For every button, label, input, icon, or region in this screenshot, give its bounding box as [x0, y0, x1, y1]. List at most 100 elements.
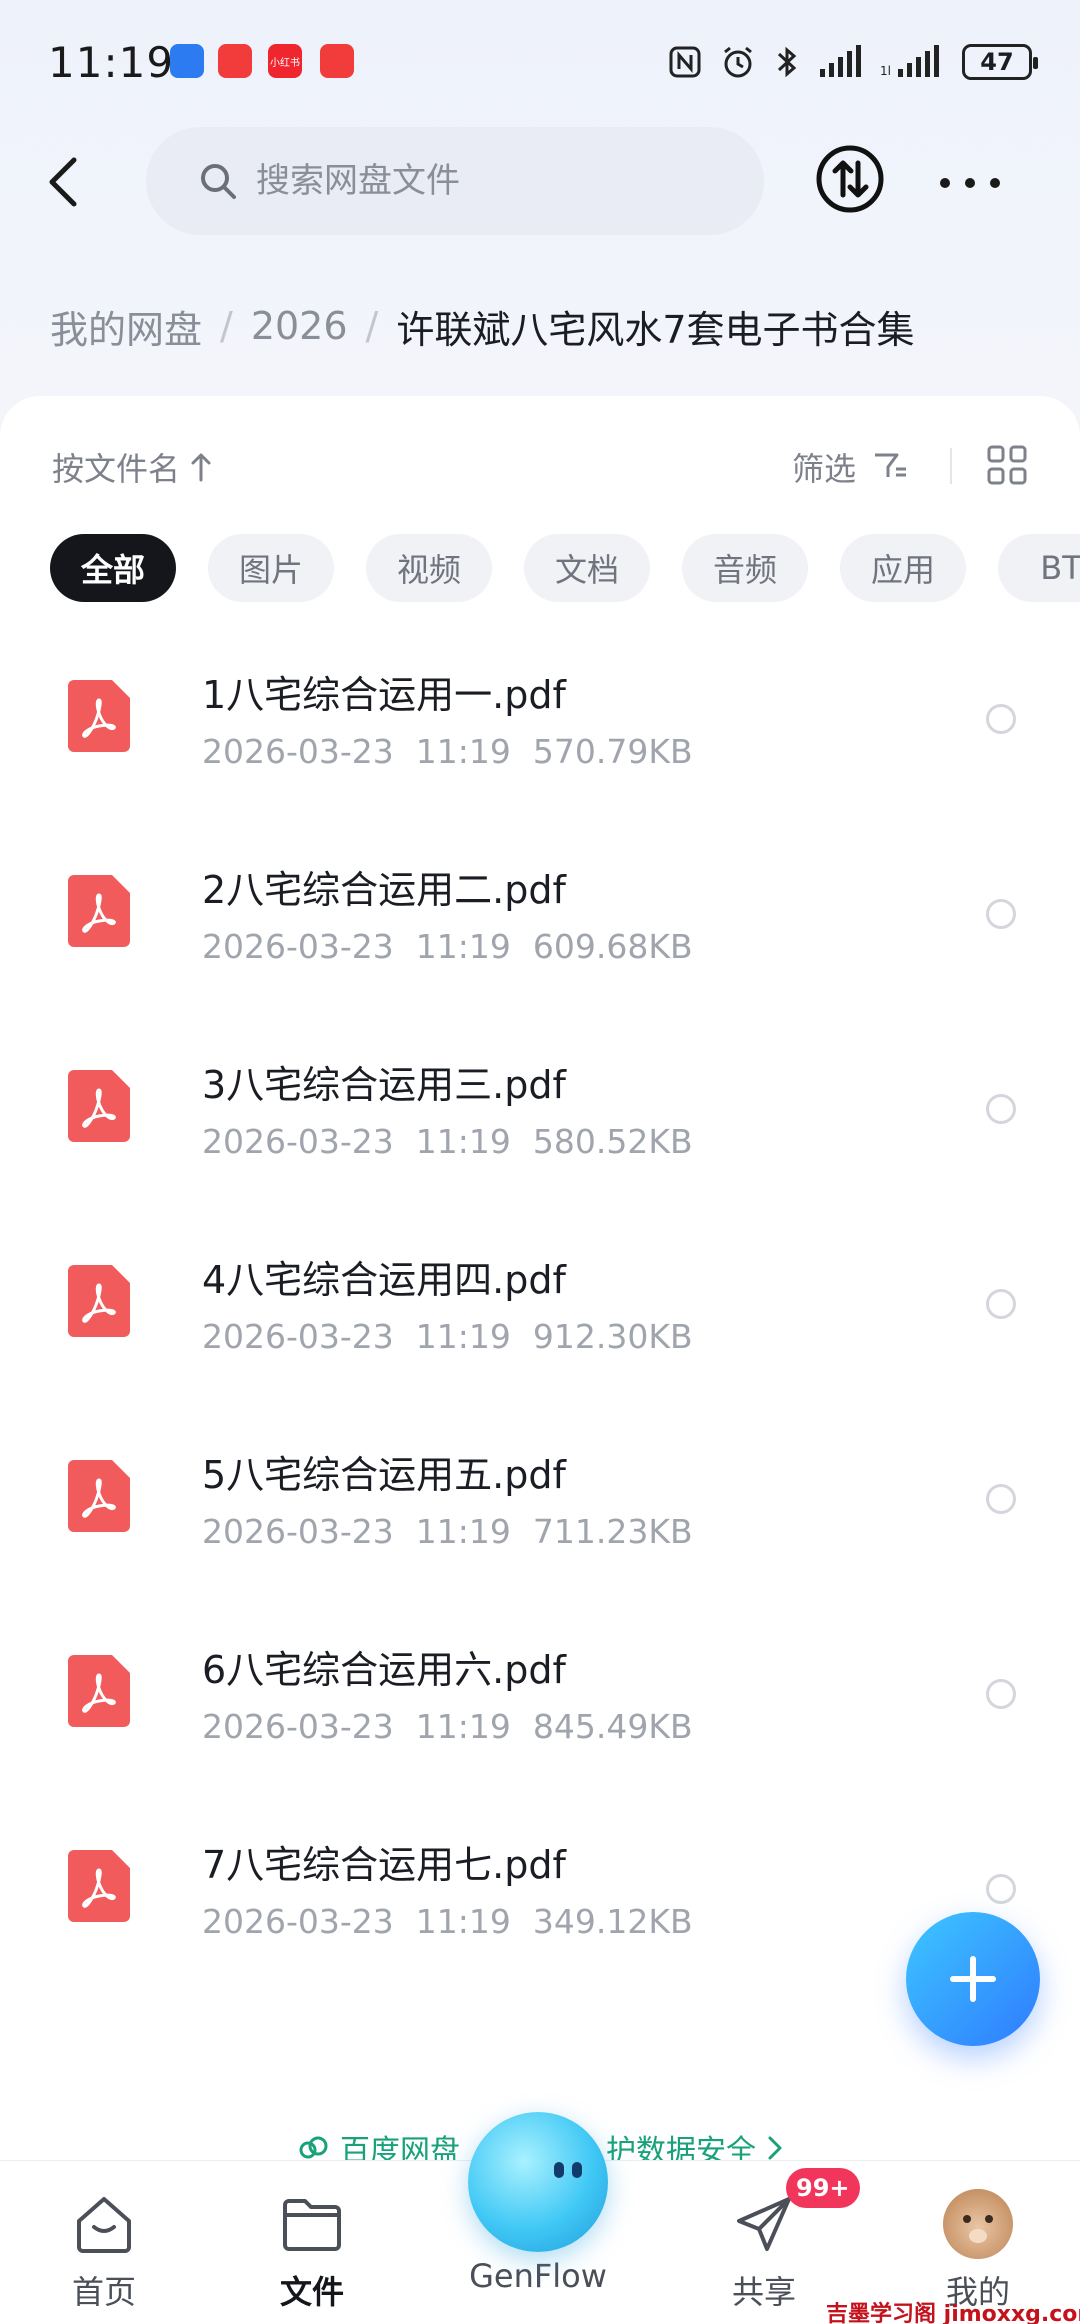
breadcrumb: 我的网盘 / 2026 / 许联斌八宅风水7套电子书合集: [50, 296, 915, 356]
breadcrumb-separator: /: [220, 304, 233, 348]
grid-view-icon[interactable]: [986, 444, 1028, 486]
file-row[interactable]: 1八宅综合运用一.pdf 2026-03-23 11:19 570.79KB: [0, 626, 1080, 821]
nav-home-label: 首页: [71, 2273, 136, 2311]
more-dot-icon: [940, 178, 950, 188]
nav-profile[interactable]: 我的: [908, 2189, 1048, 2313]
search-icon: [201, 164, 236, 199]
back-button[interactable]: [38, 147, 88, 217]
file-date: 2026-03-23: [202, 1317, 394, 1356]
category-tabs: 全部 图片 视频 文档 音频 应用 BT: [50, 534, 1080, 604]
file-select-checkbox[interactable]: [986, 1094, 1016, 1124]
file-row[interactable]: 5八宅综合运用五.pdf 2026-03-23 11:19 711.23KB: [0, 1406, 1080, 1601]
file-size: 580.52KB: [532, 1122, 693, 1161]
pdf-file-icon: [68, 680, 130, 752]
svg-text:1l: 1l: [880, 64, 891, 78]
file-time: 11:19: [415, 732, 511, 771]
file-date: 2026-03-23: [202, 1512, 394, 1551]
orb-eye: [554, 2162, 564, 2178]
file-meta: 2026-03-23 11:19 609.68KB: [202, 927, 715, 966]
breadcrumb-separator: /: [365, 304, 379, 348]
filter-button[interactable]: 筛选: [792, 444, 908, 490]
breadcrumb-current: 许联斌八宅风水7套电子书合集: [396, 307, 915, 352]
file-date: 2026-03-23: [202, 927, 394, 966]
file-time: 11:19: [415, 1707, 511, 1746]
nav-files[interactable]: 文件: [242, 2189, 382, 2313]
file-row[interactable]: 3八宅综合运用三.pdf 2026-03-23 11:19 580.52KB: [0, 1016, 1080, 1211]
nav-genflow[interactable]: GenFlow: [468, 2249, 608, 2295]
watermark: 吉墨学习阁 jimoxxg.com: [826, 2302, 1080, 2324]
arrow-up-icon: [191, 453, 211, 482]
search-input[interactable]: [256, 161, 676, 201]
orb-eye: [572, 2162, 582, 2178]
file-size: 349.12KB: [532, 1902, 693, 1941]
file-size: 711.23KB: [532, 1512, 693, 1551]
file-select-checkbox[interactable]: [986, 1874, 1016, 1904]
file-date: 2026-03-23: [202, 1707, 394, 1746]
file-meta: 2026-03-23 11:19 845.49KB: [202, 1707, 715, 1746]
xiaohongshu-label: 小红书: [270, 57, 300, 69]
nfc-icon: [669, 46, 701, 78]
genflow-orb[interactable]: [468, 2112, 608, 2252]
app-icon-red-2: [320, 44, 354, 78]
tab-apps[interactable]: 应用: [840, 534, 966, 602]
folder-icon: [283, 2199, 341, 2251]
file-size: 845.49KB: [532, 1707, 693, 1746]
file-row[interactable]: 2八宅综合运用二.pdf 2026-03-23 11:19 609.68KB: [0, 821, 1080, 1016]
status-time: 11:19: [48, 38, 175, 87]
file-name: 4八宅综合运用四.pdf: [202, 1258, 566, 1302]
pdf-file-icon: [68, 1460, 130, 1532]
bluetooth-icon: [777, 46, 797, 78]
more-options-button[interactable]: [940, 163, 1000, 203]
tab-videos[interactable]: 视频: [366, 534, 492, 602]
file-row[interactable]: 6八宅综合运用六.pdf 2026-03-23 11:19 845.49KB: [0, 1601, 1080, 1796]
file-time: 11:19: [415, 1512, 511, 1551]
file-name: 1八宅综合运用一.pdf: [202, 673, 566, 717]
breadcrumb-item-folder[interactable]: 2026: [251, 304, 348, 348]
tab-images[interactable]: 图片: [208, 534, 334, 602]
search-box[interactable]: [146, 127, 764, 235]
share-icon: [737, 2197, 791, 2251]
sort-by-name-button[interactable]: 按文件名: [52, 444, 212, 490]
file-meta: 2026-03-23 11:19 711.23KB: [202, 1512, 715, 1551]
alarm-icon: [724, 46, 752, 78]
breadcrumb-item-root[interactable]: 我的网盘: [50, 299, 202, 354]
add-button[interactable]: [906, 1912, 1040, 2046]
file-time: 11:19: [415, 1122, 511, 1161]
pdf-file-icon: [68, 1850, 130, 1922]
pdf-file-icon: [68, 1265, 130, 1337]
file-meta: 2026-03-23 11:19 349.12KB: [202, 1902, 715, 1941]
toolbar-divider: [950, 448, 952, 484]
battery-indicator: 47: [962, 44, 1038, 80]
avatar: [943, 2189, 1013, 2259]
file-select-checkbox[interactable]: [986, 1289, 1016, 1319]
tab-audio[interactable]: 音频: [682, 534, 808, 602]
nav-genflow-label: GenFlow: [469, 2257, 607, 2295]
nav-files-label: 文件: [279, 2273, 344, 2311]
transfer-icon[interactable]: [814, 143, 886, 215]
chevron-right-icon: [768, 2136, 782, 2160]
file-meta: 2026-03-23 11:19 912.30KB: [202, 1317, 715, 1356]
file-size: 570.79KB: [532, 732, 693, 771]
file-select-checkbox[interactable]: [986, 1679, 1016, 1709]
file-select-checkbox[interactable]: [986, 704, 1016, 734]
file-size: 912.30KB: [532, 1317, 693, 1356]
file-select-checkbox[interactable]: [986, 899, 1016, 929]
file-row[interactable]: 4八宅综合运用四.pdf 2026-03-23 11:19 912.30KB: [0, 1211, 1080, 1406]
home-icon: [77, 2197, 131, 2253]
file-name: 2八宅综合运用二.pdf: [202, 868, 566, 912]
tab-all[interactable]: 全部: [50, 534, 176, 602]
file-select-checkbox[interactable]: [986, 1484, 1016, 1514]
more-dot-icon: [965, 178, 975, 188]
tab-bt[interactable]: BT: [998, 534, 1080, 602]
file-name: 6八宅综合运用六.pdf: [202, 1648, 566, 1692]
pdf-file-icon: [68, 1655, 130, 1727]
nav-home[interactable]: 首页: [34, 2189, 174, 2313]
tab-documents[interactable]: 文档: [524, 534, 650, 602]
app-icon-blue: [170, 44, 204, 78]
more-dot-icon: [990, 178, 1000, 188]
file-name: 5八宅综合运用五.pdf: [202, 1453, 566, 1497]
file-meta: 2026-03-23 11:19 570.79KB: [202, 732, 715, 771]
cloud-icon: [299, 2136, 328, 2159]
xiaohongshu-icon: 小红书: [268, 44, 302, 78]
signal-icon: [820, 45, 861, 77]
